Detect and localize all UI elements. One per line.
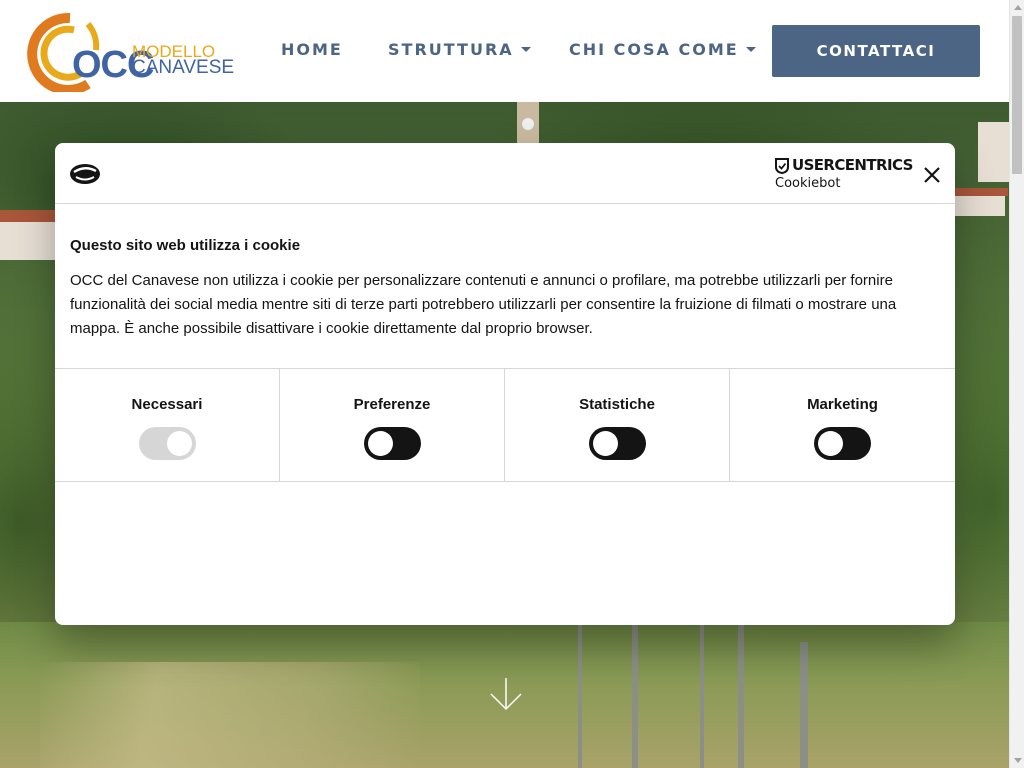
- arrow-down-icon[interactable]: [489, 676, 523, 714]
- dialog-body: Questo sito web utilizza i cookie OCC de…: [70, 237, 945, 341]
- scroll-thumb[interactable]: [1012, 16, 1022, 174]
- category-label: Preferenze: [353, 396, 431, 413]
- vine-post: [700, 622, 704, 768]
- vine-post: [578, 622, 582, 768]
- dialog-title: Questo sito web utilizza i cookie: [70, 237, 301, 254]
- category-preferenze: Preferenze: [280, 369, 505, 481]
- clock-face: [522, 118, 534, 130]
- close-icon: [924, 167, 940, 183]
- caret-down-icon: [520, 47, 531, 52]
- consent-categories: Necessari Preferenze Statistiche Marketi…: [55, 368, 955, 482]
- category-statistiche: Statistiche: [505, 369, 730, 481]
- contact-button[interactable]: CONTATTACI: [772, 25, 980, 77]
- toggle-knob: [166, 431, 192, 456]
- category-marketing: Marketing: [730, 369, 955, 481]
- house: [0, 220, 55, 260]
- marketing-toggle[interactable]: [814, 427, 871, 460]
- category-label: Marketing: [807, 396, 878, 413]
- necessari-toggle: [138, 427, 196, 460]
- toggle-knob: [818, 431, 843, 456]
- roof: [0, 210, 58, 222]
- grass-path: [40, 662, 420, 768]
- nav-chi-cosa-come-label: CHI COSA COME: [569, 40, 739, 59]
- cookiebot-logo-icon: [70, 164, 100, 184]
- cookie-consent-dialog: USERCENTRICS Cookiebot Questo sito web u…: [55, 143, 955, 625]
- house: [955, 194, 1005, 216]
- toggle-knob: [592, 431, 618, 456]
- cookiebot-label: Cookiebot: [775, 176, 841, 191]
- nav-home-label: HOME: [281, 40, 343, 59]
- usercentrics-brand[interactable]: USERCENTRICS Cookiebot: [775, 157, 913, 193]
- site-logo[interactable]: OCC MODELLO CANAVESE: [18, 10, 234, 92]
- category-label: Necessari: [131, 396, 203, 413]
- vine-post: [800, 642, 808, 768]
- page-scrollbar[interactable]: [1009, 0, 1024, 768]
- roof: [952, 188, 1008, 196]
- logo-canavese: CANAVESE: [132, 57, 235, 78]
- nav-chi-cosa-come[interactable]: CHI COSA COME: [569, 40, 756, 59]
- nav-struttura-label: STRUTTURA: [388, 40, 514, 59]
- usercentrics-title: USERCENTRICS: [792, 156, 913, 174]
- dialog-header: USERCENTRICS Cookiebot: [55, 143, 955, 204]
- close-button[interactable]: [921, 164, 943, 186]
- category-necessari: Necessari: [55, 369, 280, 481]
- preferenze-toggle[interactable]: [363, 427, 421, 460]
- scroll-up-arrow-icon[interactable]: [1010, 0, 1024, 15]
- category-label: Statistiche: [579, 396, 655, 413]
- nav-struttura[interactable]: STRUTTURA: [388, 40, 531, 59]
- nav-home[interactable]: HOME: [281, 40, 343, 59]
- house: [978, 122, 1009, 182]
- site-header: OCC MODELLO CANAVESE HOME STRUTTURA CHI …: [0, 0, 1009, 102]
- dialog-description: OCC del Canavese non utilizza i cookie p…: [70, 272, 897, 337]
- toggle-knob: [367, 431, 393, 456]
- statistiche-toggle[interactable]: [588, 427, 646, 460]
- caret-down-icon: [745, 47, 756, 52]
- vine-post: [632, 622, 638, 768]
- scroll-down-arrow-icon[interactable]: [1010, 753, 1024, 768]
- shield-icon: [775, 158, 789, 174]
- vine-post: [738, 622, 744, 768]
